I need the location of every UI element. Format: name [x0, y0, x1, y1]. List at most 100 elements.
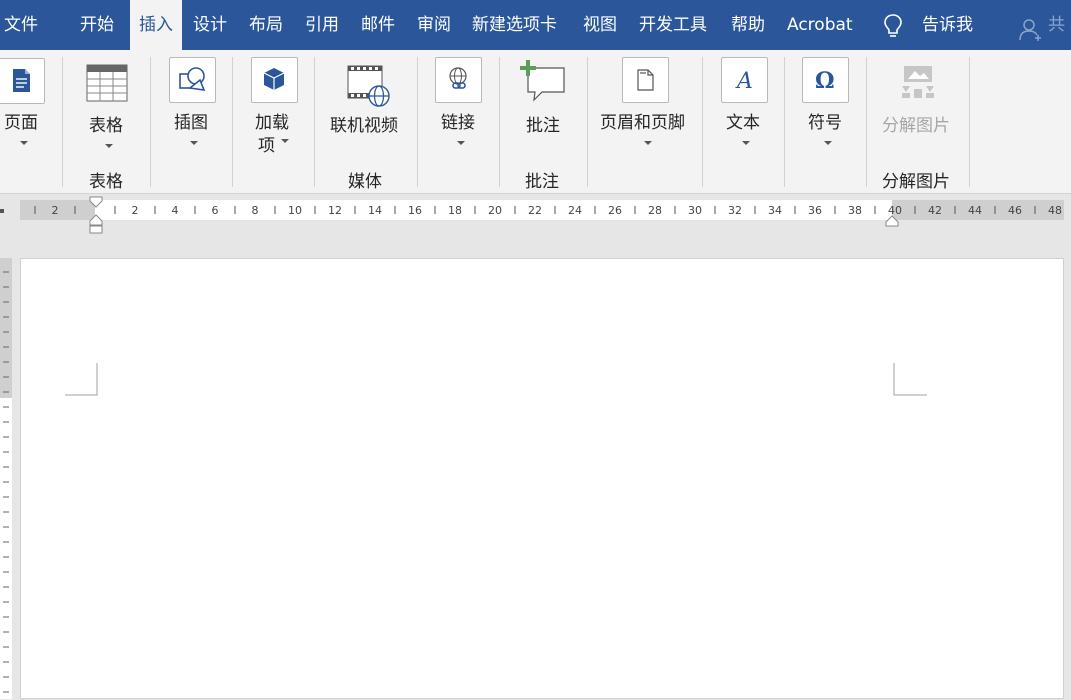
ruler-tick-label: 22 [528, 204, 542, 217]
dropdown-arrow-icon [20, 141, 28, 145]
table-label: 表格 [89, 116, 123, 136]
svg-text:Ω: Ω [815, 68, 835, 94]
text-box-icon: A [735, 69, 753, 94]
new-comment-button[interactable]: 批注 [506, 50, 582, 160]
ruler-tick-label: 42 [928, 204, 942, 217]
illustrations-button[interactable]: 插图 [157, 50, 227, 160]
ruler-tick-label: 46 [1008, 204, 1022, 217]
vertical-ruler-ticks [3, 271, 9, 693]
shapes-icon [179, 67, 206, 91]
ruler-tick-label: 8 [252, 204, 259, 217]
ruler-ticks: 2 2 4 6 8 10 12 14 16 18 20 22 24 26 28 30 32 34 36 38 40 42 4… [34, 204, 1062, 217]
group-comments-label: 批注 [525, 172, 559, 192]
text-label: 文本 [726, 113, 760, 133]
ruler-tick-label: 18 [448, 204, 462, 217]
text-button[interactable]: A 文本 [709, 50, 779, 160]
split-image-button[interactable]: 分解图片 [872, 50, 964, 160]
dropdown-arrow-icon [105, 144, 113, 148]
table-icon [86, 64, 128, 102]
comment-label: 批注 [526, 116, 560, 136]
online-video-button[interactable]: 联机视频 [320, 50, 412, 160]
dropdown-arrow-icon [824, 141, 832, 145]
header-footer-icon [637, 69, 654, 91]
omega-icon: Ω [815, 68, 835, 94]
dropdown-arrow-icon [457, 141, 465, 145]
ruler-tick-label: 2 [132, 204, 139, 217]
group-tables-label: 表格 [89, 172, 123, 192]
cube-icon [263, 68, 285, 90]
pages-label: 页面 [4, 113, 38, 133]
split-image-icon [902, 66, 934, 98]
dropdown-arrow-icon [281, 139, 289, 143]
tab-review[interactable]: 审阅 [417, 0, 451, 50]
ruler-tick-label: 24 [568, 204, 582, 217]
addins-label-line1: 加载 [255, 113, 289, 133]
pages-button[interactable]: 页面 [0, 50, 58, 160]
online-video-icon [347, 65, 390, 107]
horizontal-ruler-area: 2 2 4 6 8 10 12 14 16 18 20 22 24 26 28 30 32 34 36 38 40 42 4… [0, 194, 1071, 234]
new-comment-icon [520, 60, 565, 102]
ruler-tick-label: 2 [52, 204, 59, 217]
dropdown-arrow-icon [190, 141, 198, 145]
share-label[interactable]: 共 [1048, 0, 1065, 50]
table-button[interactable]: 表格 [70, 50, 144, 160]
pages-icon-box [0, 58, 45, 104]
share-user-icon[interactable] [1018, 16, 1044, 42]
illustrations-label: 插图 [174, 113, 208, 133]
right-indent-marker-icon[interactable] [885, 215, 899, 227]
tab-new-tab[interactable]: 新建选项卡 [472, 0, 557, 50]
ruler-tick-label: 48 [1048, 204, 1062, 217]
group-split-image-label: 分解图片 [882, 172, 950, 192]
ruler-tick-label: 38 [848, 204, 862, 217]
group-media-label: 媒体 [348, 172, 382, 192]
tab-home[interactable]: 开始 [80, 0, 114, 50]
header-footer-label: 页眉和页脚 [600, 113, 685, 133]
ruler-tick-label: 20 [488, 204, 502, 217]
horizontal-ruler[interactable]: 2 2 4 6 8 10 12 14 16 18 20 22 24 26 28 30 32 34 36 38 40 42 4… [20, 200, 1064, 220]
indent-marker-icon[interactable] [89, 196, 103, 234]
dropdown-arrow-icon [644, 141, 652, 145]
tab-layout[interactable]: 布局 [249, 0, 283, 50]
ruler-tick-label: 32 [728, 204, 742, 217]
page-icon [13, 69, 30, 92]
ruler-tick-label: 4 [172, 204, 179, 217]
symbols-label: 符号 [808, 113, 842, 133]
links-label: 链接 [441, 113, 475, 133]
tab-help[interactable]: 帮助 [731, 0, 765, 50]
header-footer-button[interactable]: 页眉和页脚 [594, 50, 698, 160]
ruler-tick-label: 34 [768, 204, 782, 217]
online-video-label: 联机视频 [330, 116, 398, 136]
tab-acrobat[interactable]: Acrobat [787, 0, 853, 50]
ruler-tick-label: 28 [648, 204, 662, 217]
tab-insert[interactable]: 插入 [130, 0, 182, 50]
tell-me-search[interactable]: 告诉我 [922, 0, 973, 50]
ruler-tick-label: 44 [968, 204, 982, 217]
lightbulb-icon[interactable] [882, 13, 904, 39]
ruler-tick-label: 36 [808, 204, 822, 217]
svg-text:A: A [735, 69, 753, 94]
insert-ribbon: 页面 表格 表格 插图 加载 项 联机视频 媒体 链接 批注 批注 页眉和页脚 … [0, 50, 1071, 194]
ruler-tick-label: 6 [212, 204, 219, 217]
ruler-tab-selector[interactable] [0, 209, 4, 213]
margin-corner-marks [65, 363, 927, 396]
ruler-tick-label: 30 [688, 204, 702, 217]
ruler-tick-label: 16 [408, 204, 422, 217]
tab-design[interactable]: 设计 [193, 0, 227, 50]
ruler-tick-label: 14 [368, 204, 382, 217]
addins-label-line2: 项 [258, 136, 275, 156]
links-button[interactable]: 链接 [424, 50, 494, 160]
tab-mailings[interactable]: 邮件 [361, 0, 395, 50]
tab-view[interactable]: 视图 [583, 0, 617, 50]
vertical-ruler[interactable] [0, 258, 12, 699]
symbols-button[interactable]: Ω 符号 [791, 50, 861, 160]
tab-developer[interactable]: 开发工具 [639, 0, 707, 50]
tab-references[interactable]: 引用 [305, 0, 339, 50]
split-image-label: 分解图片 [882, 116, 950, 136]
ribbon-tab-bar: 文件 开始 插入 设计 布局 引用 邮件 审阅 新建选项卡 视图 开发工具 帮助… [0, 0, 1071, 50]
globe-link-icon [449, 67, 467, 89]
addins-button[interactable]: 加载 项 [239, 50, 309, 160]
tab-file[interactable]: 文件 [4, 0, 38, 50]
ruler-tick-label: 12 [328, 204, 342, 217]
document-page[interactable] [20, 258, 1064, 699]
dropdown-arrow-icon [742, 141, 750, 145]
